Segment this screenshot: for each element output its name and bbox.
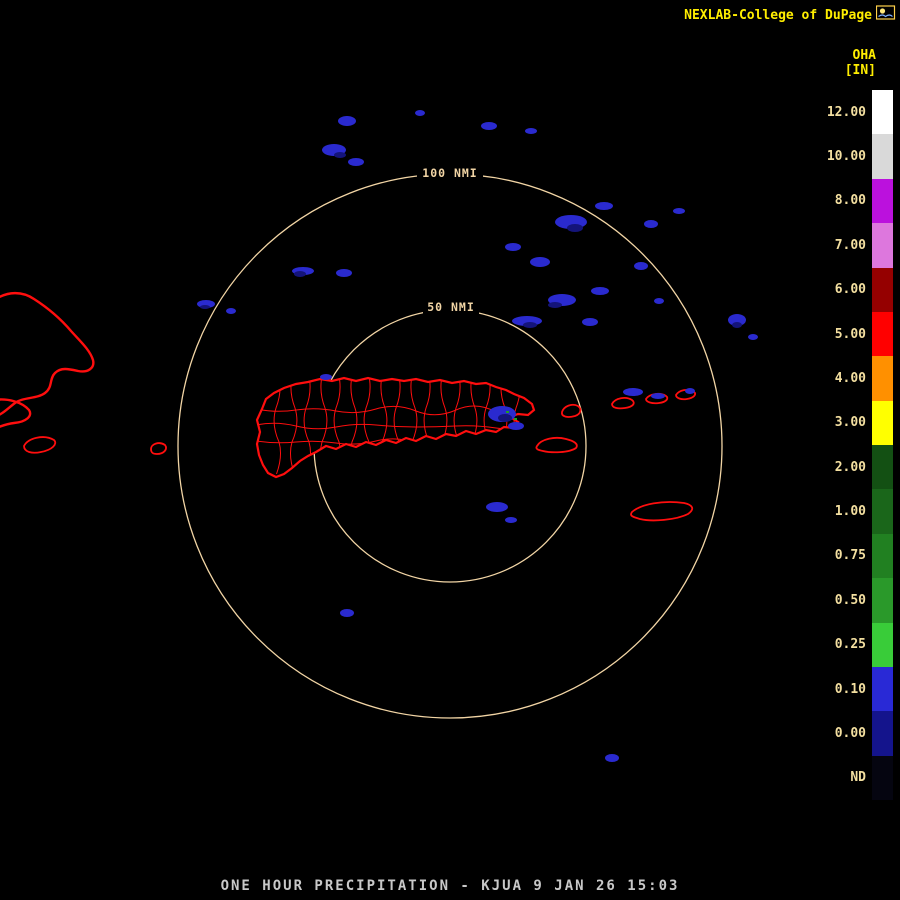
radar-screen: 100 NMI 50 NMI NEXLAB-College of DuPage …	[0, 0, 900, 900]
scale-label: 10.00	[826, 149, 866, 165]
precip-echo	[605, 754, 619, 762]
scale-label: 5.00	[834, 326, 866, 342]
scale-label: 0.00	[834, 725, 866, 741]
precip-echo	[336, 269, 352, 277]
scale-label: 12.00	[826, 104, 866, 120]
precip-echo	[338, 116, 356, 126]
source-title: NEXLAB-College of DuPage	[684, 8, 872, 23]
precip-echo	[673, 208, 685, 214]
precip-echo	[226, 308, 236, 314]
scale-label: 1.00	[834, 504, 866, 520]
precip-echo-dark	[334, 152, 346, 158]
cod-logo-icon	[876, 5, 896, 20]
precip-echo	[623, 388, 643, 396]
ring-label-50nmi: 50 NMI	[427, 300, 475, 314]
color-scale-labels: 12.00 10.00 8.00 7.00 6.00 5.00 4.00 3.00 2.00 1.…	[827, 90, 866, 800]
scale-label: 0.25	[834, 637, 866, 653]
precip-echo	[415, 110, 425, 116]
scale-label: 0.10	[834, 681, 866, 697]
scale-label: 0.75	[834, 548, 866, 564]
precip-echo-dark	[548, 302, 562, 308]
legend-product-code: OHA	[852, 48, 876, 63]
precip-echo	[748, 334, 758, 340]
scale-segment	[872, 311, 893, 357]
scale-label: 6.00	[834, 282, 866, 298]
scale-segment	[872, 489, 893, 534]
precip-echo-dark	[567, 224, 583, 232]
legend-header: OHA [IN]	[806, 48, 876, 78]
precip-echo	[654, 298, 664, 304]
scale-segment	[872, 622, 893, 667]
precip-echo-dark	[200, 305, 210, 309]
scale-segment	[872, 134, 893, 179]
mona-island-outline	[150, 442, 167, 455]
precip-echo	[340, 609, 354, 617]
precip-echo-green	[506, 411, 509, 413]
geography	[0, 291, 697, 522]
scale-segment	[872, 445, 893, 490]
radar-map: 100 NMI 50 NMI	[0, 110, 758, 762]
precip-echo-dark	[732, 322, 742, 328]
scale-segment	[872, 400, 893, 445]
precip-echo	[591, 287, 609, 295]
scale-label: 0.50	[834, 592, 866, 608]
hispaniola-coastline	[0, 291, 95, 416]
precip-echo	[525, 128, 537, 134]
ring-labels: 100 NMI 50 NMI	[417, 165, 483, 314]
precip-echo	[530, 257, 550, 267]
scale-segment	[872, 755, 893, 800]
vieques-outline	[535, 436, 578, 454]
precip-echo	[644, 220, 658, 228]
precip-echo	[505, 243, 521, 251]
scale-label: 3.00	[834, 415, 866, 431]
product-caption: ONE HOUR PRECIPITATION - KJUA 9 JAN 26 1…	[220, 878, 680, 894]
scale-segment	[872, 578, 893, 623]
precip-echo	[634, 262, 648, 270]
precip-echo	[651, 393, 665, 399]
scale-segment	[872, 223, 893, 268]
precip-echo	[348, 158, 364, 166]
precip-echo	[320, 374, 332, 380]
color-scale-bar	[872, 90, 893, 800]
scale-segment	[872, 533, 893, 579]
scale-label: 7.00	[834, 237, 866, 253]
scale-segment	[872, 178, 893, 224]
precip-echo	[595, 202, 613, 210]
scale-segment	[872, 267, 893, 312]
saona-island-outline	[23, 436, 57, 454]
culebra-outline	[561, 403, 582, 418]
precip-echo-dark	[498, 414, 512, 422]
scale-label: 2.00	[834, 459, 866, 475]
scale-segment	[872, 666, 893, 712]
scale-segment	[872, 90, 893, 135]
precip-echo	[481, 122, 497, 130]
st-thomas-outline	[611, 397, 635, 410]
precip-echo	[505, 517, 517, 523]
precip-echo	[508, 422, 524, 430]
legend-units: [IN]	[844, 63, 876, 78]
scale-segment	[872, 711, 893, 756]
precip-echo	[486, 502, 508, 512]
precip-echo	[685, 388, 695, 394]
precip-echo-dark	[523, 322, 537, 328]
st-croix-outline	[630, 501, 694, 522]
precip-echo-dark	[294, 271, 306, 277]
scale-label: ND	[850, 770, 866, 786]
scale-label: 4.00	[834, 370, 866, 386]
scale-label: 8.00	[834, 193, 866, 209]
precip-echo-green	[514, 418, 517, 420]
scale-segment	[872, 356, 893, 401]
ring-label-100nmi: 100 NMI	[422, 166, 477, 180]
precip-echo	[582, 318, 598, 326]
